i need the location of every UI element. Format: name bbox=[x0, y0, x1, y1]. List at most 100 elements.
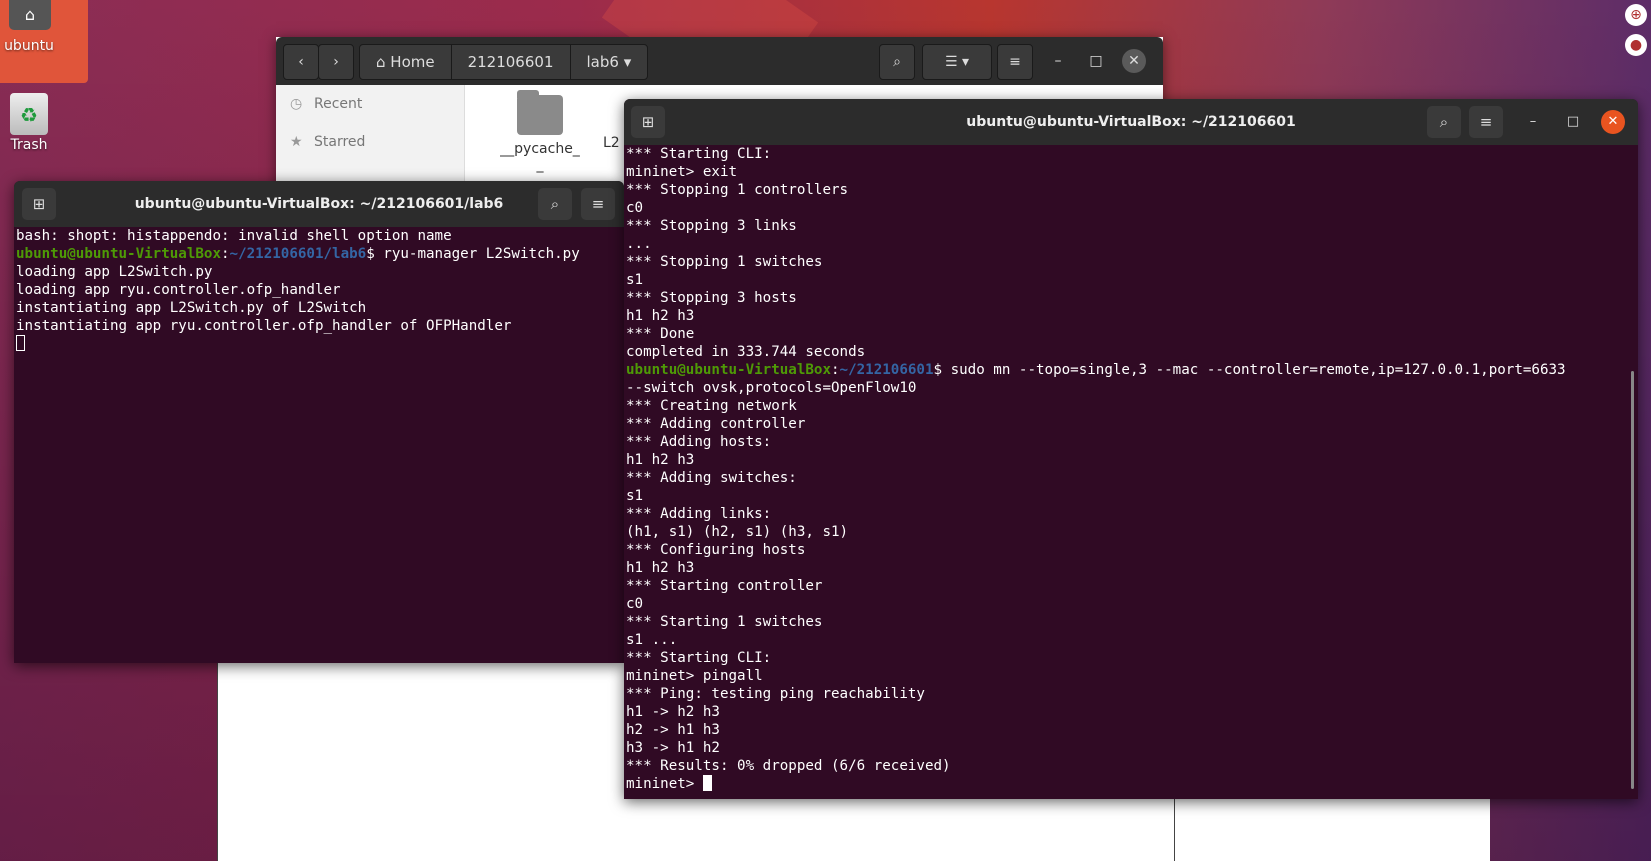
crumb-lab6[interactable]: lab6 ▾ bbox=[571, 45, 648, 79]
text-cursor bbox=[702, 775, 712, 791]
terminal-line: h1 -> h2 h3 bbox=[626, 704, 720, 720]
maximize-icon[interactable]: □ bbox=[1561, 110, 1585, 134]
terminal-line: s1 bbox=[626, 488, 644, 504]
terminal-line: *** Done bbox=[626, 326, 695, 342]
terminal-line: h1 h2 h3 bbox=[626, 308, 695, 324]
terminal-line: c0 bbox=[626, 596, 644, 612]
folder-icon bbox=[517, 90, 563, 135]
terminal-left-search-icon[interactable]: ⌕ bbox=[538, 188, 572, 220]
command-text: $ ryu-manager L2Switch.py bbox=[366, 246, 580, 262]
terminal-line: *** Starting CLI: bbox=[626, 146, 772, 162]
terminal-line: --switch ovsk,protocols=OpenFlow10 bbox=[626, 380, 917, 396]
terminal-line: *** Stopping 3 hosts bbox=[626, 290, 797, 306]
tray-app-icon[interactable]: ● bbox=[1625, 34, 1647, 56]
minimize-icon[interactable]: – bbox=[1046, 49, 1070, 73]
terminal-right[interactable]: ⊞ ubuntu@ubuntu-VirtualBox: ~/212106601 … bbox=[624, 99, 1638, 799]
prompt-user: ubuntu@ubuntu-VirtualBox bbox=[626, 362, 831, 378]
terminal-line: instantiating app ryu.controller.ofp_han… bbox=[16, 318, 512, 334]
terminal-left[interactable]: ⊞ ubuntu@ubuntu-VirtualBox: ~/212106601/… bbox=[14, 181, 624, 663]
terminal-line: *** Results: 0% dropped (6/6 received) bbox=[626, 758, 951, 774]
terminal-line: h3 -> h1 h2 bbox=[626, 740, 720, 756]
input-method-icon[interactable]: ⊕ bbox=[1625, 4, 1647, 26]
prompt-path: ~/212106601 bbox=[839, 362, 934, 378]
recycle-icon: ♻ bbox=[10, 93, 48, 135]
terminal-line: loading app ryu.controller.ofp_handler bbox=[16, 282, 341, 298]
terminal-line: *** Stopping 1 controllers bbox=[626, 182, 849, 198]
prompt-path: ~/212106601/lab6 bbox=[229, 246, 367, 262]
sidebar-item-recent[interactable]: ◷ Recent bbox=[276, 85, 464, 123]
terminal-line: *** Ping: testing ping reachability bbox=[626, 686, 925, 702]
terminal-input-line[interactable]: mininet> bbox=[626, 775, 1636, 793]
terminal-scrollbar[interactable] bbox=[1631, 371, 1634, 789]
desktop-trash-icon[interactable]: ♻ Trash bbox=[0, 90, 58, 153]
crumb-home[interactable]: ⌂ Home bbox=[360, 45, 452, 79]
terminal-right-search-icon[interactable]: ⌕ bbox=[1427, 106, 1461, 138]
terminal-line: s1 ... bbox=[626, 632, 678, 648]
folder-label: __pycache_ _ bbox=[500, 141, 580, 173]
terminal-line: ... bbox=[626, 236, 652, 252]
terminal-line: *** Starting controller bbox=[626, 578, 823, 594]
back-button[interactable]: ‹ bbox=[283, 44, 319, 80]
document-page-right bbox=[1174, 790, 1490, 861]
breadcrumb: ⌂ Home 212106601 lab6 ▾ bbox=[359, 44, 649, 80]
terminal-line: instantiating app L2Switch.py of L2Switc… bbox=[16, 300, 367, 316]
system-tray: ⊕ ● bbox=[1625, 4, 1651, 64]
terminal-line: h2 -> h1 h3 bbox=[626, 722, 720, 738]
menu-icon[interactable]: ≡ bbox=[997, 44, 1033, 80]
clock-icon: ◷ bbox=[290, 96, 303, 112]
terminal-line: c0 bbox=[626, 200, 644, 216]
terminal-line: *** Starting CLI: bbox=[626, 650, 772, 666]
search-icon[interactable]: ⌕ bbox=[879, 44, 915, 80]
terminal-right-output[interactable]: *** Starting CLI: mininet> exit *** Stoppi… bbox=[624, 145, 1638, 793]
crumb-folder[interactable]: 212106601 bbox=[452, 45, 571, 79]
terminal-line: *** Adding hosts: bbox=[626, 434, 772, 450]
terminal-line: bash: shopt: histappendo: invalid shell … bbox=[16, 228, 452, 244]
terminal-line: ubuntu@ubuntu-VirtualBox:~/212106601$ su… bbox=[626, 362, 1566, 378]
terminal-line: mininet> pingall bbox=[626, 668, 763, 684]
close-icon[interactable]: ✕ bbox=[1601, 110, 1625, 134]
file-l2switch[interactable]: L2 bbox=[603, 135, 620, 151]
view-options-icon[interactable]: ☰ ▾ bbox=[922, 44, 992, 80]
terminal-line: loading app L2Switch.py bbox=[16, 264, 213, 280]
command-text: $ sudo mn --topo=single,3 --mac --contro… bbox=[933, 362, 1566, 378]
terminal-line: *** Adding switches: bbox=[626, 470, 797, 486]
terminal-line: h1 h2 h3 bbox=[626, 452, 695, 468]
folder-pycache[interactable]: __pycache_ _ bbox=[500, 90, 580, 173]
terminal-line: (h1, s1) (h2, s1) (h3, s1) bbox=[626, 524, 849, 540]
home-folder-icon: ⌂ bbox=[9, 0, 51, 30]
mininet-prompt: mininet> bbox=[626, 776, 703, 792]
terminal-line: *** Stopping 1 switches bbox=[626, 254, 823, 270]
desktop-home-icon[interactable]: ⌂ ubuntu bbox=[0, 0, 88, 83]
maximize-icon[interactable]: □ bbox=[1084, 49, 1108, 73]
terminal-line: *** Adding links: bbox=[626, 506, 772, 522]
terminal-line: *** Starting 1 switches bbox=[626, 614, 823, 630]
terminal-input-line[interactable] bbox=[16, 335, 622, 353]
terminal-line: *** Creating network bbox=[626, 398, 797, 414]
trash-label: Trash bbox=[10, 137, 48, 153]
terminal-left-title: ubuntu@ubuntu-VirtualBox: ~/212106601/la… bbox=[134, 196, 504, 212]
terminal-line: *** Adding controller bbox=[626, 416, 806, 432]
terminal-right-menu-icon[interactable]: ≡ bbox=[1469, 106, 1503, 138]
forward-button[interactable]: › bbox=[318, 44, 354, 80]
terminal-line: *** Stopping 3 links bbox=[626, 218, 797, 234]
terminal-left-output[interactable]: bash: shopt: histappendo: invalid shell … bbox=[14, 227, 624, 353]
terminal-left-header: ⊞ ubuntu@ubuntu-VirtualBox: ~/212106601/… bbox=[14, 181, 624, 227]
minimize-icon[interactable]: – bbox=[1521, 110, 1545, 134]
text-cursor bbox=[16, 335, 25, 351]
terminal-line: completed in 333.744 seconds bbox=[626, 344, 866, 360]
terminal-line: ubuntu@ubuntu-VirtualBox:~/212106601/lab… bbox=[16, 246, 580, 262]
files-header: ‹ › ⌂ Home 212106601 lab6 ▾ ⌕ ☰ ▾ ≡ – □ … bbox=[276, 37, 1163, 85]
terminal-line: *** Configuring hosts bbox=[626, 542, 806, 558]
terminal-left-menu-icon[interactable]: ≡ bbox=[581, 188, 615, 220]
sidebar-item-starred[interactable]: ★ Starred bbox=[276, 123, 464, 161]
files-sidebar: ◷ Recent ★ Starred bbox=[276, 85, 465, 185]
home-label: ubuntu bbox=[4, 38, 54, 54]
star-icon: ★ bbox=[290, 134, 303, 150]
terminal-right-header: ⊞ ubuntu@ubuntu-VirtualBox: ~/212106601 … bbox=[624, 99, 1638, 145]
page-divider bbox=[1174, 790, 1175, 861]
prompt-user: ubuntu@ubuntu-VirtualBox bbox=[16, 246, 221, 262]
terminal-line: mininet> exit bbox=[626, 164, 738, 180]
close-icon[interactable]: ✕ bbox=[1122, 49, 1146, 73]
terminal-line: h1 h2 h3 bbox=[626, 560, 695, 576]
terminal-line: s1 bbox=[626, 272, 644, 288]
